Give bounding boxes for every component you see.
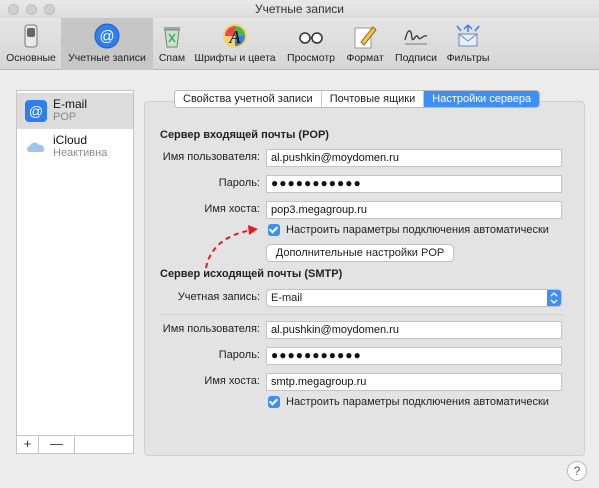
account-item-icloud[interactable]: iCloud Неактивна <box>17 129 133 165</box>
remove-account-button[interactable]: — <box>39 436 75 453</box>
preferences-toolbar: Основные @ Учетные записи Спам A Шрифты … <box>0 18 599 70</box>
tab-server-settings[interactable]: Настройки сервера <box>424 91 540 107</box>
incoming-password-label: Пароль: <box>218 177 260 189</box>
tab-mailbox-behaviors[interactable]: Почтовые ящики <box>321 91 425 107</box>
incoming-auto-label: Настроить параметры подключения автомати… <box>286 224 549 236</box>
toolbar-item-composing[interactable]: Формат <box>341 18 389 70</box>
incoming-password-field[interactable]: ●●●●●●●●●●● <box>266 175 562 193</box>
filters-icon <box>456 24 480 47</box>
toolbar-item-accounts[interactable]: @ Учетные записи <box>61 18 153 70</box>
switch-icon <box>24 24 38 48</box>
help-button[interactable]: ? <box>567 461 587 481</box>
account-type: POP <box>53 111 77 123</box>
outgoing-section-title: Сервер исходящей почты (SMTP) <box>160 268 343 280</box>
outgoing-auto-checkbox[interactable]: Настроить параметры подключения автомати… <box>268 396 549 408</box>
svg-text:A: A <box>229 27 242 47</box>
toolbar-item-fonts-colors[interactable]: A Шрифты и цвета <box>191 18 279 70</box>
advanced-pop-settings-button[interactable]: Дополнительные настройки POP <box>266 244 454 262</box>
checkbox-checked-icon <box>268 224 280 236</box>
account-item-email[interactable]: @ E-mail POP <box>17 93 133 129</box>
outgoing-username-field[interactable]: al.pushkin@moydomen.ru <box>266 321 562 339</box>
outgoing-host-label: Имя хоста: <box>204 375 260 387</box>
at-sign-icon: @ <box>94 23 120 49</box>
window-title: Учетные записи <box>255 2 344 16</box>
incoming-username-field[interactable]: al.pushkin@moydomen.ru <box>266 149 562 167</box>
glasses-icon <box>299 32 323 44</box>
incoming-section-title: Сервер входящей почты (POP) <box>160 129 329 141</box>
section-divider <box>160 314 563 315</box>
account-name: iCloud <box>53 133 88 147</box>
toolbar-item-general[interactable]: Основные <box>2 18 60 70</box>
outgoing-account-select[interactable]: E-mail <box>266 289 562 307</box>
signature-icon <box>404 30 428 45</box>
svg-text:@: @ <box>29 103 43 119</box>
outgoing-username-label: Имя пользователя: <box>162 323 260 335</box>
pencil-icon <box>354 26 377 49</box>
incoming-username-label: Имя пользователя: <box>162 151 260 163</box>
account-status: Неактивна <box>53 147 108 159</box>
account-name: E-mail <box>53 97 88 111</box>
incoming-host-field[interactable]: pop3.megagroup.ru <box>266 201 562 219</box>
updown-chevron-icon <box>547 290 561 306</box>
toolbar-item-rules[interactable]: Фильтры <box>443 18 493 70</box>
trash-icon <box>164 27 180 48</box>
outgoing-account-value: E-mail <box>271 292 303 304</box>
tab-account-info[interactable]: Свойства учетной записи <box>175 91 322 107</box>
at-sign-icon: @ <box>25 100 47 122</box>
toolbar-item-junk[interactable]: Спам <box>154 18 190 70</box>
outgoing-host-field[interactable]: smtp.megagroup.ru <box>266 373 562 391</box>
title-bar: Учетные записи <box>0 0 599 18</box>
incoming-host-label: Имя хоста: <box>204 203 260 215</box>
outgoing-auto-label: Настроить параметры подключения автомати… <box>286 396 549 408</box>
cloud-icon <box>27 142 45 152</box>
outgoing-account-label: Учетная запись: <box>177 291 260 303</box>
fonts-colors-icon: A <box>223 24 247 48</box>
account-tabs: Свойства учетной записи Почтовые ящики Н… <box>174 90 541 108</box>
svg-text:@: @ <box>99 28 114 45</box>
add-account-button[interactable]: + <box>17 436 39 453</box>
incoming-auto-checkbox[interactable]: Настроить параметры подключения автомати… <box>268 224 549 236</box>
sidebar-controls: + — <box>17 435 133 453</box>
toolbar-item-signatures[interactable]: Подписи <box>390 18 442 70</box>
toolbar-item-viewing[interactable]: Просмотр <box>282 18 340 70</box>
accounts-list: @ E-mail POP iCloud Неактивна + — <box>16 90 134 454</box>
annotation-arrow-icon <box>205 225 258 269</box>
checkbox-checked-icon <box>268 396 280 408</box>
outgoing-password-label: Пароль: <box>218 349 260 361</box>
outgoing-password-field[interactable]: ●●●●●●●●●●● <box>266 347 562 365</box>
